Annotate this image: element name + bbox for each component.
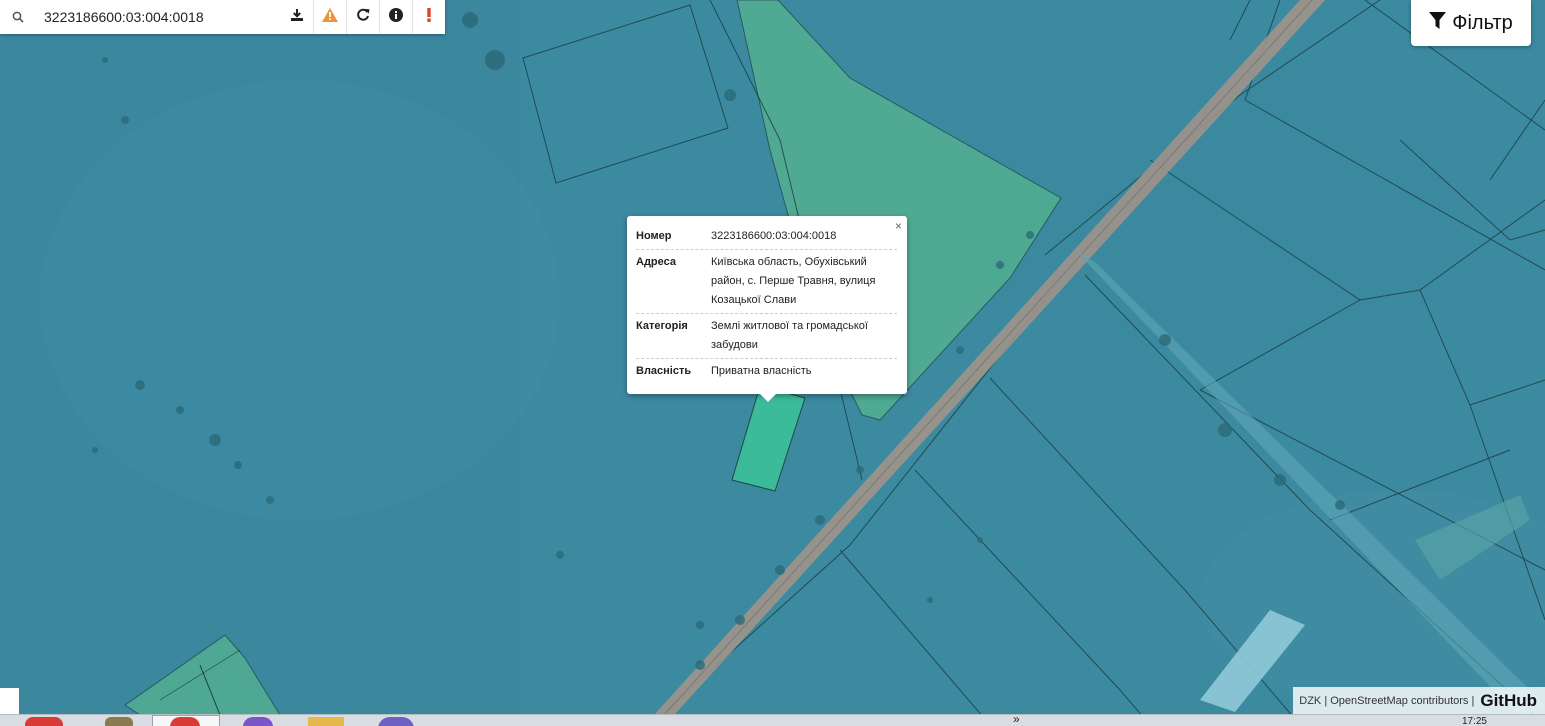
popup-value: 3223186600:03:004:0018 — [711, 230, 837, 242]
report-button[interactable] — [412, 0, 445, 34]
search-input[interactable] — [36, 9, 274, 25]
exclamation-icon — [426, 7, 432, 27]
warning-button[interactable] — [313, 0, 346, 34]
taskbar-chevron[interactable]: » — [1013, 715, 1020, 726]
popup-value: Приватна власність — [711, 365, 812, 377]
popup-value: Землі житлової та громадської забудови — [711, 320, 868, 351]
popup-row-ownership: Власність Приватна власність — [636, 359, 897, 384]
map-attribution: DZK | OpenStreetMap contributors | GitHu… — [1293, 687, 1545, 715]
map-control-square[interactable] — [0, 688, 19, 715]
search-bar — [0, 0, 445, 34]
download-button[interactable] — [281, 0, 313, 34]
popup-key: Номер — [636, 230, 672, 242]
search-icon — [0, 11, 36, 23]
os-taskbar: » 17:25 — [0, 714, 1545, 726]
close-icon[interactable]: × — [895, 219, 902, 233]
download-icon — [290, 8, 304, 27]
info-button[interactable] — [379, 0, 412, 34]
attribution-text[interactable]: DZK | OpenStreetMap contributors | — [1299, 695, 1474, 707]
filter-button[interactable]: Фільтр — [1411, 0, 1531, 46]
popup-row-category: Категорія Землі житлової та громадської … — [636, 314, 897, 359]
popup-row-number: Номер 3223186600:03:004:0018 — [636, 224, 897, 250]
github-link[interactable]: GitHub — [1480, 691, 1537, 711]
popup-key: Власність — [636, 365, 692, 377]
popup-value: Київська область, Обухівський район, с. … — [711, 256, 876, 306]
refresh-icon — [356, 8, 370, 27]
warning-icon — [322, 7, 338, 27]
refresh-button[interactable] — [346, 0, 379, 34]
parcel-info-popup: × Номер 3223186600:03:004:0018 Адреса Ки… — [627, 216, 907, 402]
popup-row-address: Адреса Київська область, Обухівський рай… — [636, 250, 897, 314]
popup-key: Адреса — [636, 256, 676, 268]
info-icon — [389, 7, 403, 27]
filter-label: Фільтр — [1452, 11, 1513, 34]
popup-key: Категорія — [636, 320, 688, 332]
filter-icon — [1429, 11, 1447, 35]
